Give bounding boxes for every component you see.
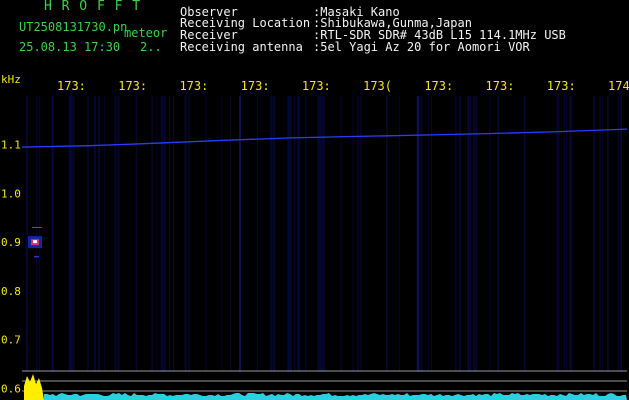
y-axis-unit: kHz	[1, 73, 21, 86]
x-tick-label: 173:	[424, 79, 453, 93]
spectrogram: kHz 1.1 1.0 0.9 0.8 0.7 0.6 173: 173: 173: 173: 173…	[1, 73, 629, 400]
x-tick-label: 173(	[363, 79, 392, 93]
x-tick-label: 1740	[608, 79, 629, 93]
x-tick-label: 173:	[486, 79, 515, 93]
y-tick-label: 0.9	[1, 236, 21, 249]
hrofft-window: H R O F F T UT2508131730.pn meteor 25.08…	[0, 0, 629, 400]
y-tick-label: 1.0	[1, 187, 21, 200]
y-tick-label: 0.6	[1, 382, 21, 395]
meteor-echo-peak	[33, 240, 37, 244]
x-tick-label: 173:	[302, 79, 331, 93]
y-tick-label: 0.8	[1, 285, 21, 298]
x-tick-label: 173:	[241, 79, 270, 93]
y-tick-label: 0.7	[1, 334, 21, 347]
y-tick-label: 1.1	[1, 139, 21, 152]
x-tick-label: 173:	[179, 79, 208, 93]
noise-floor	[44, 393, 627, 400]
x-tick-label: 173:	[547, 79, 576, 93]
signal-meter-peak	[24, 374, 44, 400]
x-tick-label: 173:	[118, 79, 147, 93]
x-tick-label: 173:	[57, 79, 86, 93]
